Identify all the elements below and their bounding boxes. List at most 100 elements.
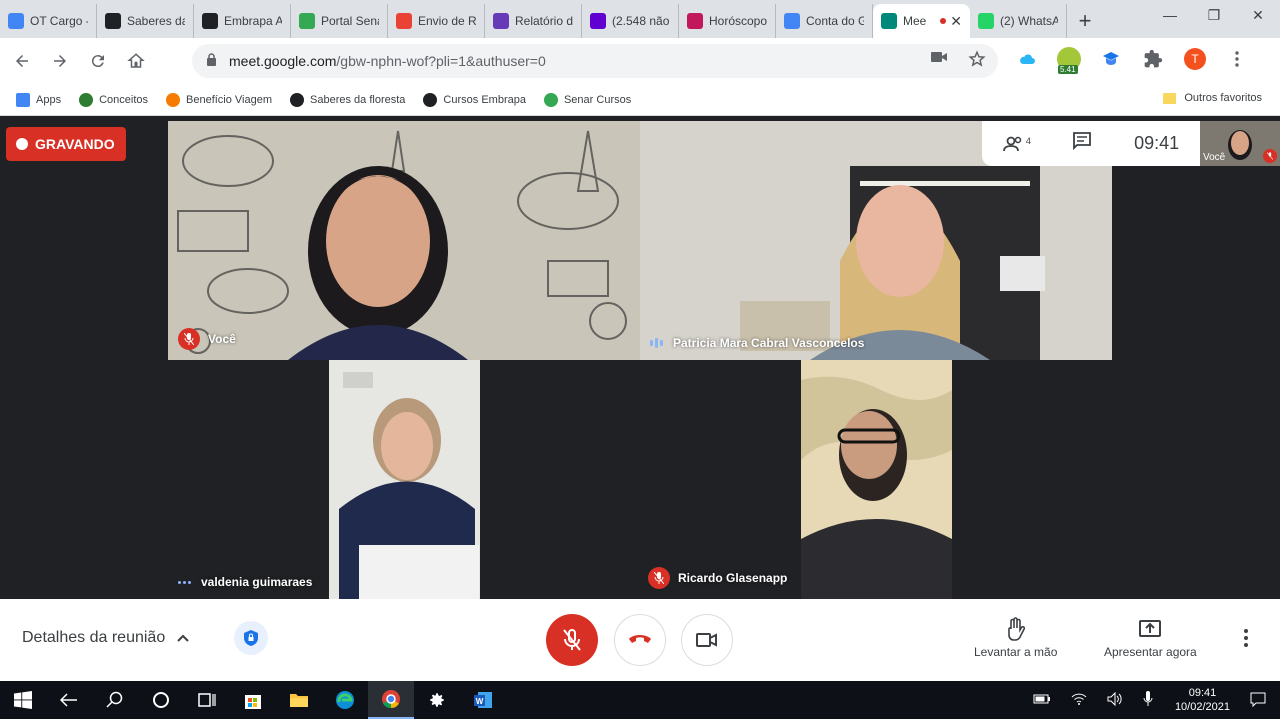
task-view-button[interactable] <box>184 681 230 719</box>
raise-hand-button[interactable]: Levantar a mão <box>974 617 1057 659</box>
close-tab-icon[interactable]: ✕ <box>950 13 962 30</box>
browser-tab[interactable]: Portal Sena <box>291 4 388 38</box>
valdenia-video-image <box>329 360 480 599</box>
notification-icon[interactable] <box>1250 691 1266 710</box>
browser-tab[interactable]: Saberes da <box>97 4 194 38</box>
browser-tab[interactable]: Horóscopo <box>679 4 776 38</box>
taskbar-back-button[interactable] <box>46 681 92 719</box>
record-dot-icon <box>16 138 28 150</box>
leave-call-button[interactable] <box>614 614 666 666</box>
bookmark-item[interactable]: Saberes da floresta <box>290 92 406 107</box>
taskbar-file-explorer[interactable] <box>276 681 322 719</box>
window-controls: — ❐ ✕ <box>1148 0 1280 30</box>
bookmark-item[interactable]: Senar Cursos <box>543 92 632 107</box>
taskbar-chrome[interactable] <box>368 681 414 719</box>
browser-tab[interactable]: Embrapa AV <box>194 4 291 38</box>
bookmark-label: Senar Cursos <box>563 93 632 106</box>
windows-start-button[interactable] <box>0 681 46 719</box>
wifi-icon[interactable] <box>1071 693 1087 708</box>
people-button[interactable]: 4 <box>1002 136 1031 152</box>
taskbar-edge[interactable] <box>322 681 368 719</box>
participant-tile-valdenia[interactable]: valdenia guimaraes <box>168 360 640 599</box>
browser-tab[interactable]: Conta do G <box>776 4 873 38</box>
extension-badge: 5.41 <box>1058 65 1078 74</box>
host-controls-button[interactable] <box>234 621 268 655</box>
tab-title: OT Cargo - <box>30 14 88 28</box>
taskbar-store[interactable] <box>230 681 276 719</box>
more-vertical-icon <box>1244 629 1248 647</box>
bookmark-star-icon[interactable] <box>968 49 986 73</box>
camera-toggle-button[interactable] <box>681 614 733 666</box>
chat-button[interactable] <box>1072 132 1092 155</box>
address-bar[interactable]: meet.google.com/gbw-nphn-wof?pli=1&authu… <box>192 44 998 78</box>
senar-icon <box>299 13 315 29</box>
folder-icon <box>290 694 308 707</box>
beneficio-icon <box>166 92 180 107</box>
m-icon <box>423 92 438 107</box>
close-window-button[interactable]: ✕ <box>1236 0 1280 30</box>
arrow-left-icon <box>16 55 28 67</box>
more-options-button[interactable] <box>1244 629 1248 652</box>
android-extension-icon[interactable]: 5.41 <box>1054 44 1084 74</box>
participant-name-self: Você <box>178 328 236 350</box>
tab-title: Portal Sena <box>321 14 379 28</box>
recording-dot-icon <box>940 18 947 24</box>
cloud-extension-icon[interactable] <box>1012 44 1042 74</box>
browser-tab[interactable]: (2) WhatsAp <box>970 4 1067 38</box>
forward-button[interactable] <box>44 45 76 77</box>
search-button[interactable] <box>92 681 138 719</box>
bookmark-label: Cursos Embrapa <box>443 93 526 106</box>
self-view-thumbnail[interactable]: Você <box>1200 121 1280 166</box>
chrome-icon <box>382 690 400 709</box>
bookmark-item[interactable]: Cursos Embrapa <box>423 92 526 107</box>
cortana-button[interactable] <box>138 681 184 719</box>
home-button[interactable] <box>120 45 152 77</box>
browser-tab[interactable]: Envio de Re <box>388 4 485 38</box>
camera-blocked-icon[interactable] <box>930 50 948 73</box>
browser-tab[interactable]: (2.548 não l <box>582 4 679 38</box>
battery-icon[interactable] <box>1033 694 1051 707</box>
browser-tab[interactable]: Mee ✕ <box>873 4 970 38</box>
taskbar-clock[interactable]: 09:41 10/02/2021 <box>1175 686 1230 714</box>
reload-button[interactable] <box>82 45 114 77</box>
participant-name-valdenia: valdenia guimaraes <box>178 575 312 589</box>
browser-tab[interactable]: OT Cargo - <box>0 4 97 38</box>
other-bookmarks-folder[interactable]: Outros favoritos <box>1163 92 1262 104</box>
participant-tile-self[interactable]: Você <box>168 121 640 360</box>
present-now-button[interactable]: Apresentar agora <box>1104 617 1197 659</box>
speaking-indicator-icon <box>650 338 663 348</box>
recording-badge: GRAVANDO <box>6 127 126 161</box>
bookmark-label: Saberes da floresta <box>310 93 406 106</box>
recording-label: GRAVANDO <box>35 136 115 152</box>
browser-tab[interactable]: Relatório de <box>485 4 582 38</box>
minimize-button[interactable]: — <box>1148 0 1192 30</box>
puzzle-extensions-icon[interactable] <box>1138 44 1168 74</box>
bookmark-item[interactable]: Benefício Viagem <box>166 92 272 107</box>
meeting-details-toggle[interactable]: Detalhes da reunião <box>22 629 189 647</box>
microphone-tray-icon[interactable] <box>1143 690 1153 710</box>
lock-icon <box>206 53 217 69</box>
participant-name-ricardo: Ricardo Glasenapp <box>648 567 787 589</box>
form-icon <box>493 13 509 29</box>
taskbar-word[interactable]: W <box>460 681 506 719</box>
back-button[interactable] <box>6 45 38 77</box>
volume-icon[interactable] <box>1107 691 1123 709</box>
bookmark-item[interactable]: Apps <box>16 92 61 107</box>
restore-button[interactable]: ❐ <box>1192 0 1236 30</box>
bookmarks-bar: Apps Conceitos Benefício Viagem Saberes da … <box>0 84 1280 116</box>
bookmark-item[interactable]: Conceitos <box>79 92 148 107</box>
taskbar-settings[interactable] <box>414 681 460 719</box>
tab-title: Horóscopo <box>709 14 767 28</box>
store-bag-icon <box>245 695 261 709</box>
profile-avatar[interactable]: T <box>1180 44 1210 74</box>
graduation-extension-icon[interactable] <box>1096 44 1126 74</box>
document-icon <box>8 13 24 29</box>
microphone-toggle-button[interactable] <box>546 614 598 666</box>
new-tab-button[interactable]: + <box>1067 4 1103 38</box>
participant-tile-ricardo[interactable]: Ricardo Glasenapp <box>640 360 1112 599</box>
browser-menu-button[interactable] <box>1222 44 1252 74</box>
tab-title: Conta do G <box>806 14 864 28</box>
cortana-circle-icon <box>153 692 169 708</box>
m-icon <box>202 13 218 29</box>
arrow-left-icon <box>60 693 77 707</box>
